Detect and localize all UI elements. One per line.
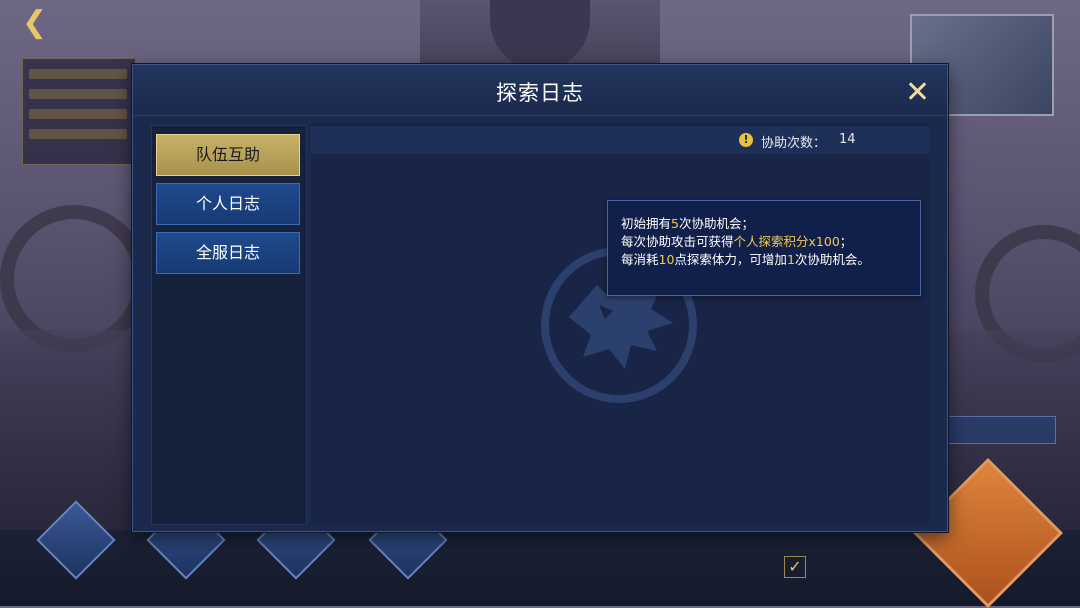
background-tower: [420, 0, 660, 70]
side-nav: 队伍互助 个人日志 全服日志: [151, 125, 307, 525]
content-area: ! 协助次数： 14 初始拥有5次协助机会； 每次协助攻击可获得个人探索积分x1…: [311, 123, 929, 525]
tab-server-log[interactable]: 全服日志: [156, 232, 300, 274]
background-side-box: [946, 416, 1056, 444]
tab-team-assist[interactable]: 队伍互助: [156, 134, 300, 176]
close-icon[interactable]: [905, 79, 929, 103]
tooltip-line-1: 初始拥有5次协助机会；: [621, 216, 754, 231]
background-checkbox-icon: ✓: [784, 556, 806, 578]
assist-tooltip: 初始拥有5次协助机会； 每次协助攻击可获得个人探索积分x100； 每消耗10点探…: [607, 200, 921, 296]
dialog-header: 探索日志: [133, 65, 947, 116]
tooltip-line-2: 每次协助攻击可获得个人探索积分x100；: [621, 234, 853, 249]
tab-personal-log[interactable]: 个人日志: [156, 183, 300, 225]
dialog-title: 探索日志: [496, 81, 584, 105]
assist-count-value: 14: [839, 132, 856, 147]
back-arrow-icon: ❮: [22, 5, 48, 40]
assist-info-bar: ! 协助次数： 14: [311, 126, 929, 154]
tooltip-line-3: 每消耗10点探索体力，可增加1次协助机会。: [621, 252, 870, 267]
exploration-log-dialog: 探索日志 队伍互助 个人日志 全服日志 ! 协助次数： 14 初始拥有5次协助机…: [132, 64, 948, 532]
assist-count-label: 协助次数：: [761, 136, 827, 151]
exclamation-icon[interactable]: !: [739, 133, 753, 147]
background-quest-panel: [22, 58, 136, 165]
